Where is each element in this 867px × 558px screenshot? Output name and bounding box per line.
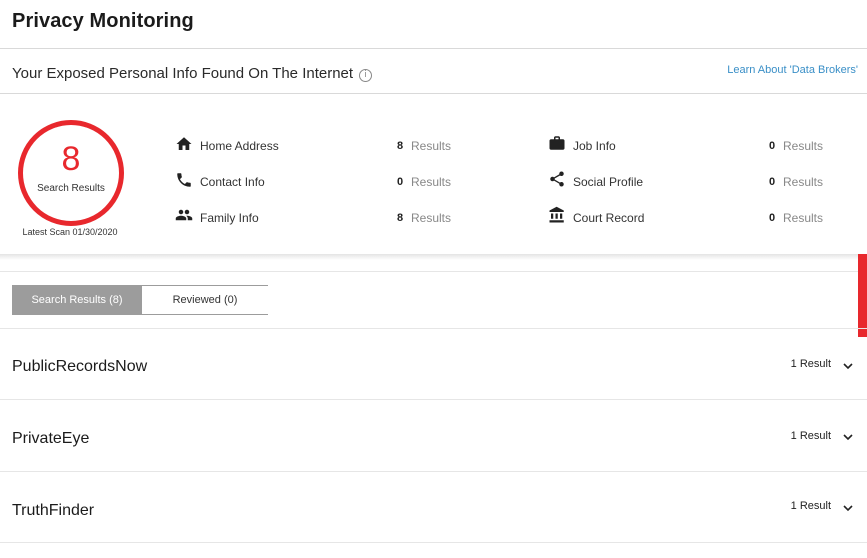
people-icon xyxy=(175,209,193,221)
divider xyxy=(0,271,867,272)
category-unit: Results xyxy=(783,211,824,225)
feedback-side-tab[interactable] xyxy=(858,254,867,337)
category-label-job-info: Job Info xyxy=(573,139,616,153)
category-count-social-profile: 0 xyxy=(769,176,776,188)
category-unit: Results xyxy=(411,211,452,225)
tab-reviewed[interactable]: Reviewed (0) xyxy=(141,286,268,314)
courthouse-icon xyxy=(549,206,564,223)
briefcase-icon xyxy=(549,136,565,150)
result-count: 1 Result xyxy=(790,358,831,370)
category-label-family-info: Family Info xyxy=(200,211,259,225)
summary-shadow xyxy=(0,254,867,260)
latest-scan: Latest Scan 01/30/2020 xyxy=(22,227,118,237)
category-count-contact-info: 0 xyxy=(397,176,404,188)
phone-icon xyxy=(177,173,191,187)
category-count-home-address: 8 xyxy=(397,140,404,152)
divider xyxy=(0,48,867,49)
learn-data-brokers-link[interactable]: Learn About 'Data Brokers' xyxy=(727,64,858,76)
category-count-court-record: 0 xyxy=(769,212,776,224)
category-label-home-address: Home Address xyxy=(200,139,279,153)
result-name: PublicRecordsNow xyxy=(12,358,148,375)
category-unit: Results xyxy=(411,175,452,189)
category-label-court-record: Court Record xyxy=(573,211,645,225)
category-unit: Results xyxy=(783,139,824,153)
result-row[interactable]: PrivateEye 1 Result xyxy=(0,400,867,471)
results-tabs: Search Results (8) Reviewed (0) xyxy=(12,285,268,315)
divider xyxy=(0,93,867,94)
result-name: TruthFinder xyxy=(12,502,95,519)
total-results-count: 8 xyxy=(61,140,81,178)
chevron-down-icon[interactable] xyxy=(843,504,853,512)
home-icon xyxy=(176,137,192,150)
chevron-down-icon[interactable] xyxy=(843,433,853,441)
divider xyxy=(0,542,867,543)
category-label-contact-info: Contact Info xyxy=(200,175,265,189)
category-count-job-info: 0 xyxy=(769,140,776,152)
info-icon[interactable]: i xyxy=(359,69,373,82)
page-title: Privacy Monitoring xyxy=(12,10,194,32)
section-heading-text: Your Exposed Personal Info Found On The … xyxy=(12,65,354,82)
category-count-family-info: 8 xyxy=(397,212,404,224)
category-unit: Results xyxy=(411,139,452,153)
tab-search-results[interactable]: Search Results (8) xyxy=(13,286,141,314)
result-name: PrivateEye xyxy=(12,430,90,447)
result-row[interactable]: TruthFinder 1 Result xyxy=(0,472,867,542)
chevron-down-icon[interactable] xyxy=(843,362,853,370)
share-icon xyxy=(550,171,564,187)
category-label-social-profile: Social Profile xyxy=(573,175,644,189)
result-count: 1 Result xyxy=(790,430,831,442)
result-count: 1 Result xyxy=(790,500,831,512)
category-unit: Results xyxy=(783,175,824,189)
result-row[interactable]: PublicRecordsNow 1 Result xyxy=(0,329,867,399)
section-heading: Your Exposed Personal Info Found On The … xyxy=(12,65,373,82)
total-results-label: Search Results xyxy=(37,183,105,194)
